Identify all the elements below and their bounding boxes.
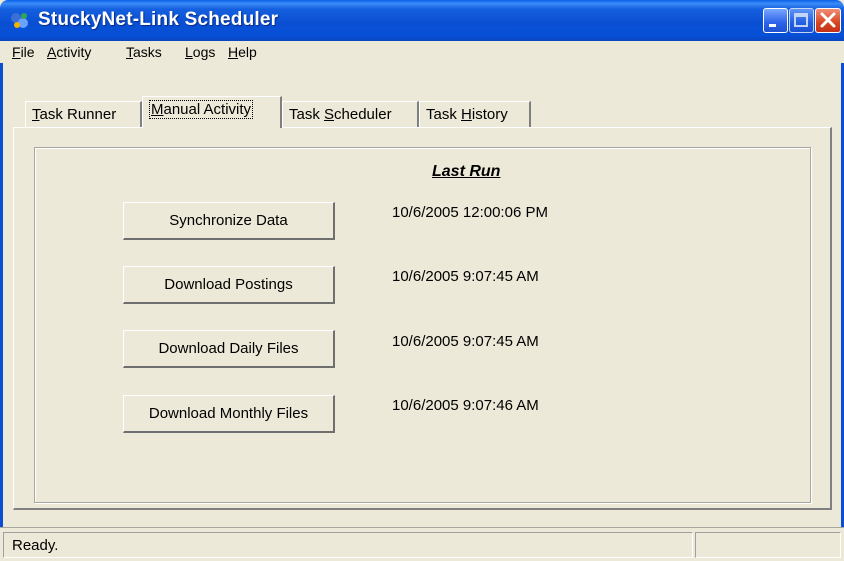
tab-task-runner[interactable]: Task Runner [25, 101, 142, 127]
close-icon [820, 12, 836, 28]
status-bar: Ready. [0, 527, 844, 561]
status-pane-secondary [695, 532, 841, 558]
close-button[interactable] [815, 8, 841, 33]
tab-task-history[interactable]: Task History [419, 101, 531, 127]
activity-frame [34, 147, 811, 503]
last-run-daily-files: 10/6/2005 9:07:45 AM [392, 333, 539, 350]
last-run-postings: 10/6/2005 9:07:45 AM [392, 268, 539, 285]
tab-task-scheduler[interactable]: Task Scheduler [282, 101, 419, 127]
download-daily-files-button[interactable]: Download Daily Files [123, 330, 335, 368]
window-border-left [0, 41, 3, 561]
menu-help[interactable]: Help [228, 44, 257, 60]
tab-focus-outline: Manual Activity [149, 100, 254, 119]
status-pane-main: Ready. [3, 532, 693, 558]
minimize-button[interactable] [763, 8, 788, 33]
last-run-header: Last Run [432, 163, 501, 180]
app-icon [11, 13, 28, 28]
window-title: StuckyNet-Link Scheduler [38, 9, 279, 30]
minimize-icon [769, 24, 776, 27]
last-run-monthly-files: 10/6/2005 9:07:46 AM [392, 397, 539, 414]
menu-file[interactable]: File [12, 44, 35, 60]
maximize-icon [794, 13, 808, 27]
tab-manual-activity[interactable]: Manual Activity [142, 96, 282, 128]
download-postings-button[interactable]: Download Postings [123, 266, 335, 304]
menu-tasks[interactable]: Tasks [126, 44, 162, 60]
menu-bar: File Activity Tasks Logs Help [0, 41, 844, 63]
synchronize-data-button[interactable]: Synchronize Data [123, 202, 335, 240]
status-text: Ready. [12, 537, 59, 554]
download-monthly-files-button[interactable]: Download Monthly Files [123, 395, 335, 433]
menu-logs[interactable]: Logs [185, 44, 215, 60]
title-bar[interactable]: StuckyNet-Link Scheduler [0, 0, 844, 41]
menu-activity[interactable]: Activity [47, 44, 91, 60]
last-run-synchronize: 10/6/2005 12:00:06 PM [392, 204, 548, 221]
maximize-button[interactable] [789, 8, 814, 33]
